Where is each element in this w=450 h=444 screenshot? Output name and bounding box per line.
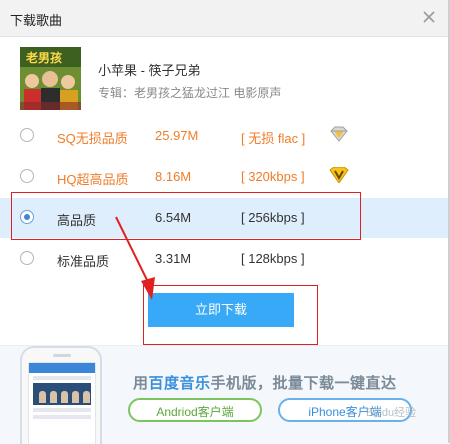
download-dialog: 下载歌曲 老男孩 小苹果 - 筷子兄弟 专辑：老男孩之猛龙过江 电影原声 SQ无… [0, 0, 450, 444]
promo-text: 用百度音乐手机版，批量下载一键直达 [133, 372, 397, 393]
phone-screen-banner [33, 383, 91, 405]
promo-prefix: 用 [133, 375, 149, 392]
phone-screen-row [33, 376, 91, 380]
phone-screen-topbar [29, 363, 95, 373]
watermark: Baidu经验 [366, 407, 417, 419]
android-client-button[interactable]: Andriod客户端 [128, 398, 262, 422]
phone-illustration [20, 346, 102, 444]
phone-screen-row [33, 408, 91, 412]
phone-screen [28, 362, 96, 444]
mobile-promo-banner: 用百度音乐手机版，批量下载一键直达 Andriod客户端 iPhone客户端 B… [0, 345, 448, 444]
promo-suffix: 手机版，批量下载一键直达 [210, 375, 397, 392]
phone-screen-row [33, 415, 91, 419]
promo-highlight: 百度音乐 [148, 375, 211, 392]
phone-speaker [53, 354, 71, 357]
